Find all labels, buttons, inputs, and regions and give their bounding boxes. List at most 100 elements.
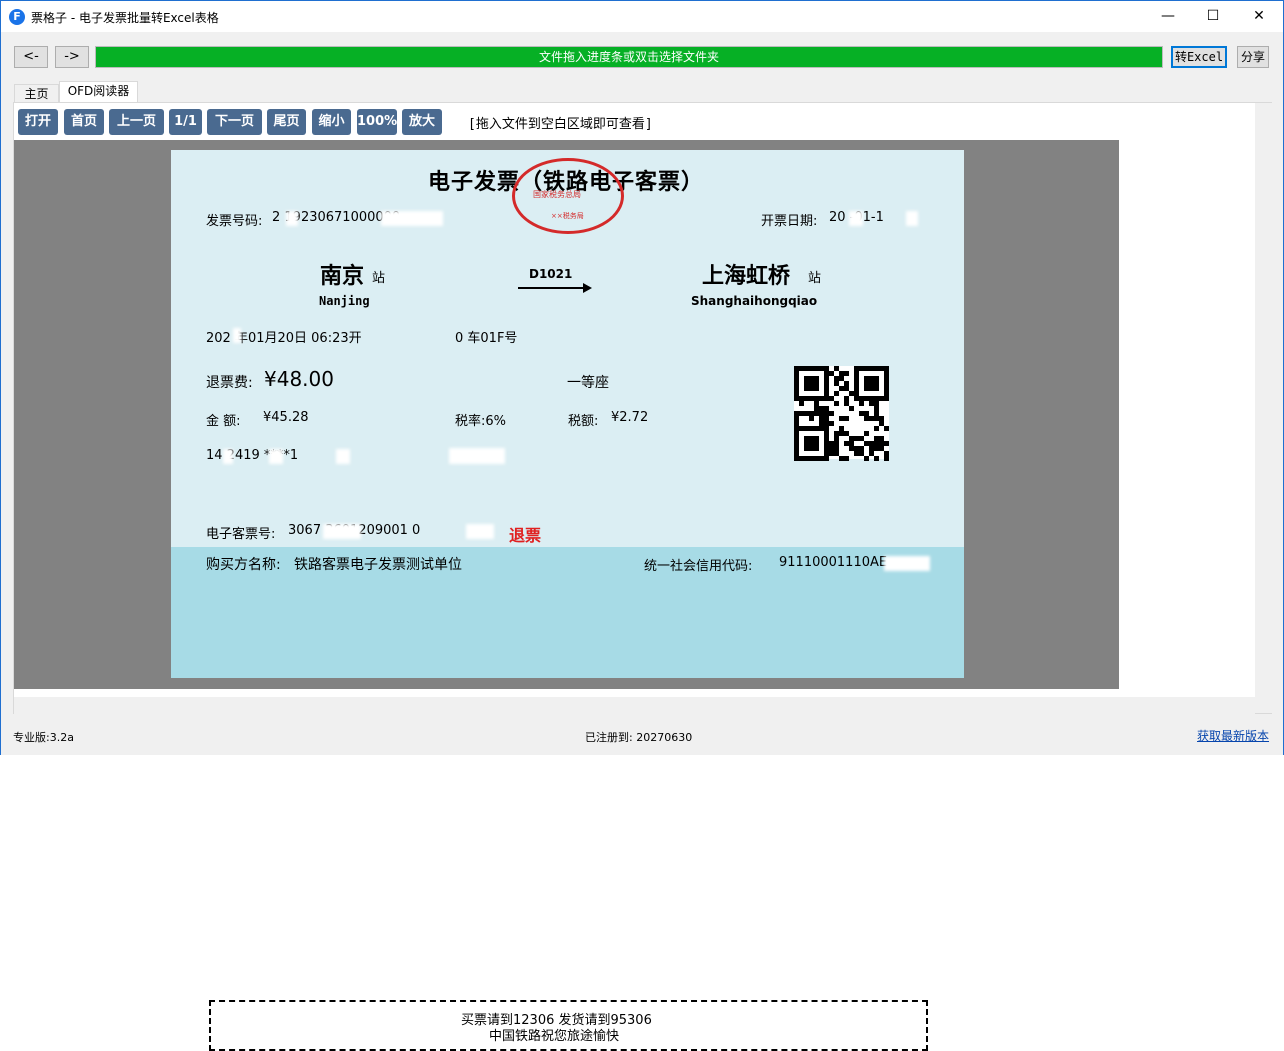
last-page-button[interactable]: 尾页 (267, 109, 306, 135)
qr-module (859, 401, 864, 406)
qr-module (874, 386, 879, 391)
back-button[interactable]: <- (14, 46, 48, 68)
tax-rate: 税率:6% (455, 414, 507, 429)
close-button[interactable]: ✕ (1236, 1, 1282, 32)
invoice-no-label: 发票号码: (206, 214, 263, 229)
seal-subtext: ××税务局 (551, 212, 584, 220)
qr-module (874, 426, 879, 431)
to-station: 上海虹桥 (702, 264, 791, 289)
invoice-page: 电子发票（铁路电子客票） 国家税务总局 ××税务局 发票号码: 2 192306… (171, 150, 964, 1051)
redaction (233, 328, 241, 343)
redaction (336, 449, 350, 464)
to-excel-button[interactable]: 转Excel (1171, 46, 1227, 68)
footer-message-box: 买票请到12306 发货请到95306 中国铁路祝您旅途愉快 (209, 1000, 928, 1051)
title-bar: F 票格子 - 电子发票批量转Excel表格 — ☐ ✕ (1, 1, 1283, 32)
qr-module (884, 396, 889, 401)
tab-ofd-reader[interactable]: OFD阅读器 (59, 81, 138, 103)
passenger-id: 14 2419 ****1 (206, 448, 299, 463)
qr-module (864, 456, 869, 461)
redaction (884, 556, 930, 571)
qr-module (829, 421, 834, 426)
qr-module (809, 416, 814, 421)
app-logo-icon: F (9, 9, 25, 25)
qr-module (864, 431, 869, 436)
app-window: F 票格子 - 电子发票批量转Excel表格 — ☐ ✕ <- -> 文件拖入进… (0, 0, 1284, 1051)
vertical-scrollbar[interactable] (1255, 103, 1272, 713)
buyer-section: 购买方名称: 铁路客票电子发票测试单位 统一社会信用代码: 9111000111… (171, 547, 964, 1051)
horizontal-scrollbar[interactable] (14, 697, 1255, 714)
redaction (466, 524, 494, 539)
redaction (269, 449, 283, 464)
next-page-button[interactable]: 下一页 (207, 109, 262, 135)
qr-module (799, 401, 804, 406)
amount-label: 金 额: (206, 414, 241, 429)
window-title: 票格子 - 电子发票批量转Excel表格 (31, 11, 219, 25)
qr-module (824, 456, 829, 461)
open-button[interactable]: 打开 (18, 109, 58, 135)
credit-code: 91110001110AE (779, 555, 888, 570)
first-page-button[interactable]: 首页 (64, 109, 104, 135)
seal-text: 国家税务总局 (533, 190, 581, 199)
qr-module (834, 401, 839, 406)
qr-module (844, 371, 849, 376)
forward-button[interactable]: -> (55, 46, 89, 68)
page-indicator[interactable]: 1/1 (169, 109, 202, 135)
drop-hint: [拖入文件到空白区域即可查看] (468, 117, 653, 132)
tax-amount-label: 税额: (568, 414, 599, 429)
redaction (449, 448, 505, 464)
refund-status-badge: 退票 (509, 526, 542, 545)
redaction (323, 524, 361, 539)
departure-time: 202 年01月20日 06:23开 (206, 331, 362, 346)
footer-line-2: 中国铁路祝您旅途愉快 (489, 1029, 620, 1044)
redaction (906, 211, 918, 226)
qr-module (814, 386, 819, 391)
qr-module (844, 416, 849, 421)
qr-module (884, 426, 889, 431)
to-station-pinyin: Shanghaihongqiao (691, 294, 818, 308)
tab-home[interactable]: 主页 (14, 84, 59, 103)
buyer-name: 铁路客票电子发票测试单位 (294, 557, 462, 573)
qr-module (834, 391, 839, 396)
redaction (286, 211, 298, 226)
from-station: 南京 (320, 264, 365, 289)
registration-status: 已注册到: 20270630 (585, 731, 693, 744)
refund-fee-amount: ¥48.00 (264, 367, 334, 391)
zoom-level-button[interactable]: 100% (357, 109, 397, 135)
credit-code-label: 统一社会信用代码: (644, 559, 753, 574)
qr-code (794, 366, 889, 461)
from-station-suffix: 站 (372, 271, 386, 286)
redaction (223, 449, 233, 464)
qr-module (849, 406, 854, 411)
tax-amount: ¥2.72 (611, 410, 649, 425)
from-station-pinyin: Nanjing (319, 294, 370, 308)
date-label: 开票日期: (761, 214, 818, 229)
tax-seal: 国家税务总局 ××税务局 (512, 158, 624, 234)
redaction (381, 211, 443, 226)
train-number: D1021 (529, 267, 573, 281)
share-button[interactable]: 分享 (1237, 46, 1269, 68)
qr-module (829, 411, 834, 416)
qr-module (814, 446, 819, 451)
prev-page-button[interactable]: 上一页 (109, 109, 164, 135)
maximize-button[interactable]: ☐ (1190, 1, 1236, 32)
to-station-suffix: 站 (808, 271, 822, 286)
file-drop-progress-bar[interactable]: 文件拖入进度条或双击选择文件夹 (95, 46, 1163, 68)
amount-value: ¥45.28 (263, 410, 309, 425)
minimize-button[interactable]: — (1145, 1, 1191, 32)
buyer-label: 购买方名称: (206, 557, 281, 573)
zoom-out-button[interactable]: 缩小 (312, 109, 351, 135)
ofd-reader-panel: 打开 首页 上一页 1/1 下一页 尾页 缩小 100% 放大 [拖入文件到空白… (13, 102, 1272, 1051)
update-link[interactable]: 获取最新版本 (1197, 727, 1269, 744)
seat-number: 0 车01F号 (455, 331, 518, 346)
refund-fee-label: 退票费: (206, 375, 253, 391)
status-bar: 专业版:3.2a 已注册到: 20270630 获取最新版本 (1, 715, 1283, 755)
redaction (849, 211, 863, 226)
version-label: 专业版:3.2a (13, 731, 74, 744)
seat-class: 一等座 (567, 375, 609, 391)
zoom-in-button[interactable]: 放大 (402, 109, 442, 135)
qr-module (874, 456, 879, 461)
qr-module (884, 456, 889, 461)
qr-module (884, 441, 889, 446)
document-viewer[interactable]: 电子发票（铁路电子客票） 国家税务总局 ××税务局 发票号码: 2 192306… (14, 140, 1119, 1051)
qr-module (844, 456, 849, 461)
